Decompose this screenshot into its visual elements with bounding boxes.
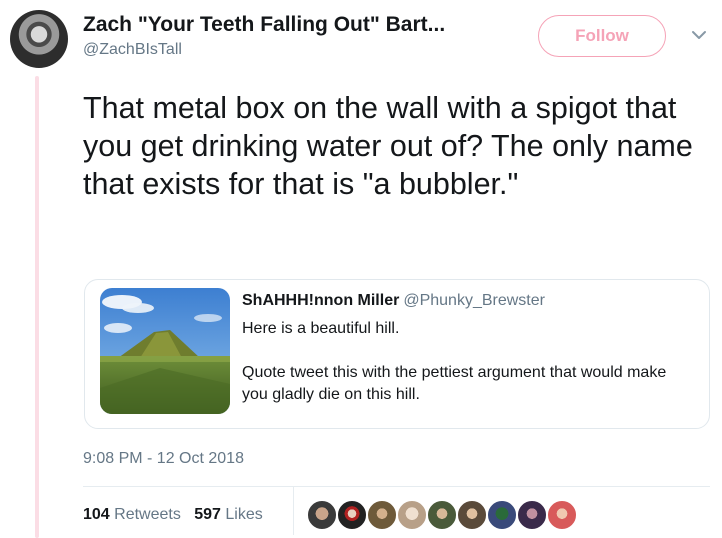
tweet-text: That metal box on the wall with a spigot… — [83, 91, 693, 201]
quoted-author-name[interactable]: ShAHHH!nnon Miller — [242, 292, 399, 309]
quoted-author-handle[interactable]: @Phunky_Brewster — [403, 292, 545, 309]
liker-avatar[interactable] — [486, 499, 518, 531]
stats-divider — [83, 486, 710, 487]
author-avatar[interactable] — [10, 10, 68, 68]
quoted-tweet-card[interactable]: ShAHHH!nnon Miller @Phunky_Brewster Here … — [84, 279, 710, 429]
likes-label: Likes — [225, 506, 263, 523]
liker-avatar[interactable] — [336, 499, 368, 531]
liker-avatar[interactable] — [396, 499, 428, 531]
likes-stat[interactable]: 597 Likes — [194, 506, 263, 523]
stats-separator — [293, 487, 294, 535]
author-handle[interactable]: @ZachBIsTall — [83, 41, 182, 59]
retweets-label: Retweets — [114, 506, 181, 523]
chevron-down-icon[interactable] — [690, 28, 708, 42]
follow-button[interactable]: Follow — [538, 15, 666, 57]
quoted-line-2: Quote tweet this with the pettiest argum… — [242, 364, 667, 403]
tweet-timestamp[interactable]: 9:08 PM - 12 Oct 2018 — [83, 450, 244, 468]
retweets-stat[interactable]: 104 Retweets — [83, 506, 181, 523]
quoted-author[interactable]: ShAHHH!nnon Miller @Phunky_Brewster — [242, 292, 545, 310]
likes-count: 597 — [194, 506, 221, 523]
author-name[interactable]: Zach "Your Teeth Falling Out" Bart... — [83, 13, 445, 37]
liker-avatar[interactable] — [516, 499, 548, 531]
liker-avatar[interactable] — [546, 499, 578, 531]
liker-avatar[interactable] — [426, 499, 458, 531]
liker-avatar[interactable] — [306, 499, 338, 531]
retweets-count: 104 — [83, 506, 110, 523]
quoted-line-1: Here is a beautiful hill. — [242, 320, 400, 337]
tweet-stats: 104 Retweets 597 Likes — [83, 506, 263, 524]
hill-photo — [100, 288, 230, 414]
thread-line — [35, 76, 39, 538]
liker-avatar[interactable] — [456, 499, 488, 531]
liker-avatar[interactable] — [366, 499, 398, 531]
quoted-tweet-text: Here is a beautiful hill. Quote tweet th… — [242, 318, 692, 406]
